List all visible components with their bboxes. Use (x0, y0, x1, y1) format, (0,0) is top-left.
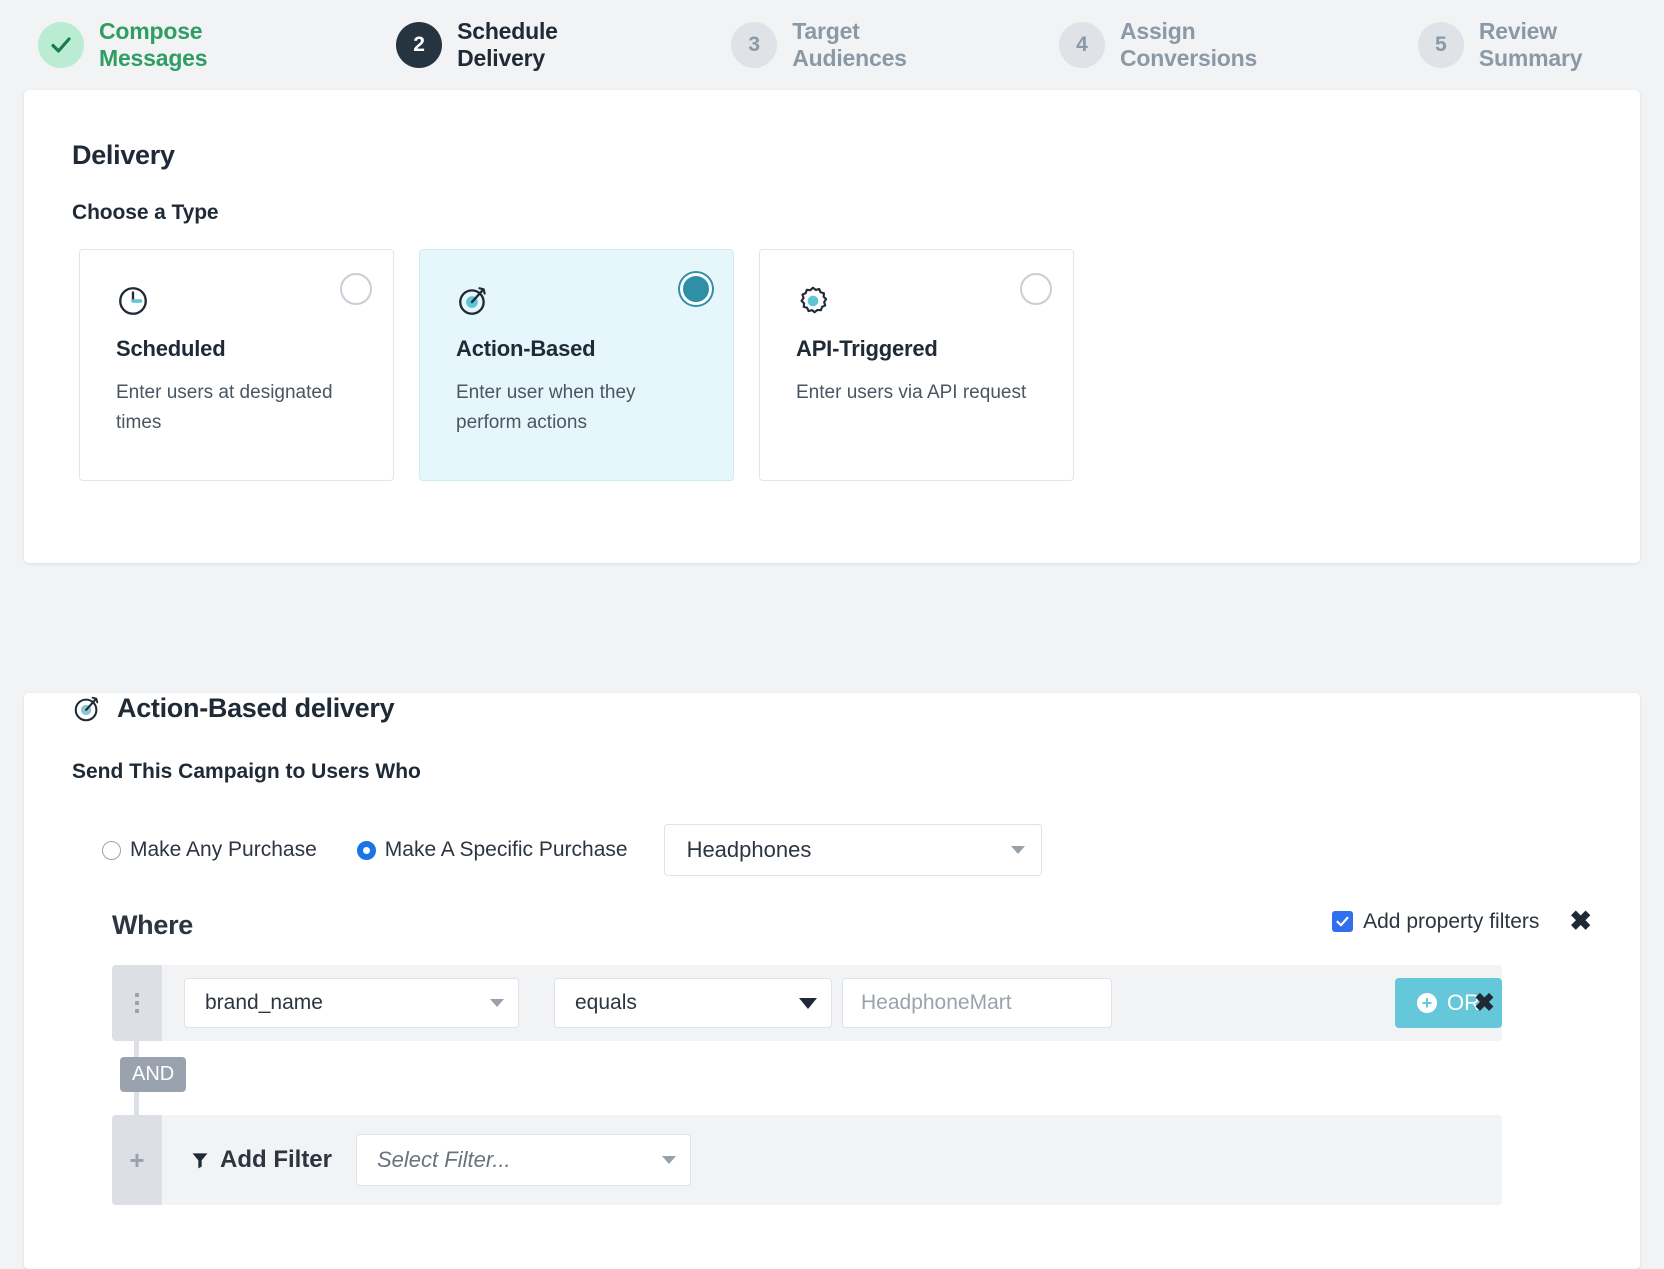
filter-field-value: brand_name (205, 991, 323, 1014)
delivery-type-radio-scheduled[interactable] (340, 273, 372, 305)
action-based-heading: Action-Based delivery (72, 693, 1640, 724)
radio-make-specific-purchase[interactable]: Make A Specific Purchase (356, 838, 628, 862)
filter-row: brand_name equals HeadphoneMart + OR ✖ (112, 965, 1502, 1041)
step-badge-number: 3 (731, 22, 778, 68)
select-filter-placeholder: Select Filter... (377, 1147, 511, 1172)
where-controls: Add property filters ✖ (1332, 908, 1592, 941)
wizard-step-bar: Compose Messages 2 Schedule Delivery 3 T… (0, 0, 1664, 90)
choose-a-type-label: Choose a Type (72, 201, 219, 224)
delivery-type-radio-action-based[interactable] (680, 273, 712, 305)
add-filter-button[interactable]: Add Filter (190, 1146, 332, 1174)
purchase-product-select[interactable]: Headphones (663, 824, 1042, 876)
add-filter-row: + Add Filter Select Filter... (112, 1115, 1502, 1205)
target-icon (74, 696, 99, 721)
step-target-audiences[interactable]: 3 Target Audiences (731, 18, 977, 72)
card-title: Scheduled (116, 336, 226, 361)
plus-circle-icon: + (1417, 993, 1437, 1013)
filter-value-input[interactable]: HeadphoneMart (842, 978, 1112, 1028)
select-filter-dropdown[interactable]: Select Filter... (356, 1134, 691, 1186)
filter-operator-value: equals (575, 991, 637, 1014)
delivery-type-card-scheduled[interactable]: Scheduled Enter users at designated time… (79, 249, 394, 481)
step-label: Compose Messages (99, 18, 208, 71)
funnel-icon (192, 1153, 208, 1169)
step-label: Schedule Delivery (457, 18, 558, 71)
step-assign-conversions[interactable]: 4 Assign Conversions (1058, 18, 1336, 72)
purchase-product-value: Headphones (686, 837, 812, 862)
add-property-filters-checkbox[interactable]: Add property filters (1332, 910, 1539, 934)
drag-handle-icon[interactable] (112, 965, 162, 1041)
and-operator-tag[interactable]: AND (120, 1057, 187, 1092)
where-label: Where (112, 910, 194, 940)
radio-label: Make Any Purchase (130, 838, 317, 861)
gear-icon (800, 286, 828, 314)
card-description: Enter users via API request (796, 382, 1027, 403)
purchase-radio-group: Make Any Purchase Make A Specific Purcha… (102, 824, 1640, 876)
plus-icon: + (129, 1145, 145, 1175)
radio-dot[interactable] (102, 840, 121, 860)
delivery-panel: Delivery Choose a Type Scheduled Enter u… (24, 90, 1640, 563)
radio-label: Make A Specific Purchase (384, 838, 628, 861)
close-icon[interactable]: ✖ (1569, 908, 1592, 935)
chevron-down-icon (1010, 846, 1025, 854)
delivery-type-radio-api-triggered[interactable] (1020, 273, 1052, 305)
step-badge-number: 2 (396, 22, 443, 68)
add-filter-handle[interactable]: + (112, 1115, 162, 1205)
filter-field-select[interactable]: brand_name (184, 978, 519, 1028)
delivery-type-card-api-triggered[interactable]: API-Triggered Enter users via API reques… (759, 249, 1074, 481)
remove-filter-icon[interactable]: ✖ (1474, 988, 1495, 1018)
delivery-title: Delivery (72, 140, 175, 170)
step-review-summary[interactable]: 5 Review Summary (1417, 18, 1664, 72)
clock-icon (119, 287, 147, 315)
delivery-type-card-action-based[interactable]: Action-Based Enter user when they perfor… (419, 249, 734, 481)
send-campaign-label: Send This Campaign to Users Who (72, 760, 421, 783)
radio-dot[interactable] (356, 840, 376, 860)
step-label: Target Audiences (792, 18, 907, 71)
step-badge-check (38, 22, 84, 68)
filter-operator-select[interactable]: equals (554, 978, 832, 1028)
chevron-down-icon (662, 1156, 676, 1164)
card-description: Enter user when they perform actions (456, 382, 636, 434)
step-compose-messages[interactable]: Compose Messages (38, 18, 314, 72)
and-connector-zone: AND (112, 1041, 1640, 1115)
card-title: Action-Based (456, 336, 596, 361)
delivery-type-cards: Scheduled Enter users at designated time… (79, 249, 1640, 481)
check-icon (1336, 916, 1349, 927)
action-based-delivery-panel: Action-Based delivery Send This Campaign… (24, 693, 1640, 1269)
action-based-heading-label: Action-Based delivery (117, 693, 395, 723)
card-title: API-Triggered (796, 336, 938, 361)
step-label: Assign Conversions (1119, 18, 1258, 71)
card-description: Enter users at designated times (116, 382, 333, 434)
chevron-down-icon (799, 997, 817, 1009)
chevron-down-icon (490, 999, 504, 1007)
step-badge-number: 4 (1058, 22, 1105, 68)
panel-gap (0, 563, 1664, 629)
where-header-row: Where Add property filters ✖ (112, 908, 1592, 941)
add-filter-label: Add Filter (220, 1146, 332, 1173)
step-label: Review Summary (1478, 18, 1583, 71)
step-badge-number: 5 (1417, 22, 1464, 68)
filter-builder: brand_name equals HeadphoneMart + OR ✖ A… (112, 965, 1640, 1205)
radio-make-any-purchase[interactable]: Make Any Purchase (102, 838, 317, 862)
step-schedule-delivery[interactable]: 2 Schedule Delivery (396, 18, 649, 72)
checkbox-box[interactable] (1332, 911, 1354, 932)
checkbox-label: Add property filters (1363, 909, 1540, 933)
dots-icon (135, 993, 139, 1013)
check-icon (51, 37, 71, 53)
target-icon (459, 287, 486, 315)
